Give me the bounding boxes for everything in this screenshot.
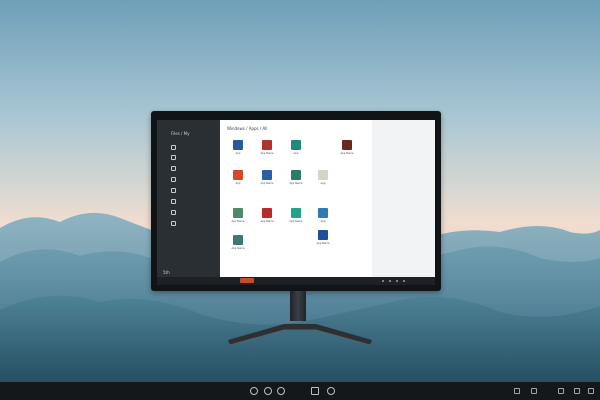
music-icon[interactable]: [171, 177, 176, 182]
app-icon[interactable]: [264, 387, 272, 395]
network-icon[interactable]: [514, 388, 520, 394]
image-icon[interactable]: [171, 166, 176, 171]
app-icon[interactable]: [277, 387, 285, 395]
app-icon: [233, 140, 243, 150]
app-tile[interactable]: App: [314, 208, 332, 228]
app-icon: [262, 208, 272, 218]
tray-icon[interactable]: [389, 280, 391, 282]
app-icon: [262, 140, 272, 150]
video-icon[interactable]: [171, 188, 176, 193]
app-icon: [318, 208, 328, 218]
monitor-screen: Files / My 5th Windows / Apps / All App …: [157, 120, 435, 285]
sidebar-bottom-label: 5th: [163, 270, 170, 275]
notification-icon[interactable]: [574, 388, 580, 394]
app-tile[interactable]: App Name: [258, 140, 276, 160]
app-tile[interactable]: App Name: [258, 208, 276, 228]
monitor: Files / My 5th Windows / Apps / All App …: [151, 111, 441, 291]
sidebar-title: Files / My: [171, 131, 190, 136]
app-tile[interactable]: App Name: [287, 170, 305, 190]
tray-icon[interactable]: [403, 280, 405, 282]
app-icon: [291, 140, 301, 150]
app-tile[interactable]: App Name: [229, 208, 247, 228]
start-button[interactable]: [240, 278, 254, 283]
app-tile[interactable]: App Name: [258, 170, 276, 190]
app-icon: [318, 230, 328, 240]
volume-icon[interactable]: [531, 388, 537, 394]
app-tile[interactable]: App Name: [229, 235, 247, 255]
trash-icon[interactable]: [171, 221, 176, 226]
monitor-base: [228, 324, 372, 346]
app-tile[interactable]: App: [314, 170, 332, 190]
app-icon: [233, 208, 243, 218]
taskbar: [0, 382, 600, 400]
monitor-neck: [290, 291, 306, 321]
content-header: Windows / Apps / All: [227, 126, 268, 131]
app-icon[interactable]: [250, 387, 258, 395]
app-tile[interactable]: App Name: [314, 230, 332, 250]
tray-icon[interactable]: [396, 280, 398, 282]
right-panel: [372, 120, 435, 277]
app-tile[interactable]: App Name: [338, 140, 356, 160]
app-icon: [291, 208, 301, 218]
app-tile[interactable]: App: [287, 140, 305, 160]
folder-icon[interactable]: [171, 145, 176, 150]
app-icon: [262, 170, 272, 180]
download-icon[interactable]: [171, 199, 176, 204]
tray-icon[interactable]: [382, 280, 384, 282]
app-icon: [291, 170, 301, 180]
settings-icon[interactable]: [171, 210, 176, 215]
app-tile[interactable]: App: [229, 140, 247, 160]
app-tile[interactable]: App Name: [287, 208, 305, 228]
app-icon[interactable]: [311, 387, 319, 395]
screen-taskbar: [157, 277, 435, 285]
app-icon: [342, 140, 352, 150]
battery-icon[interactable]: [558, 388, 564, 394]
document-icon[interactable]: [171, 155, 176, 160]
app-icon: [318, 170, 328, 180]
app-icon[interactable]: [327, 387, 335, 395]
notification-icon[interactable]: [588, 388, 594, 394]
apps-content-area: Windows / Apps / All App App Name App Ap…: [220, 120, 435, 277]
app-icon: [233, 235, 243, 245]
app-tile[interactable]: App: [229, 170, 247, 190]
file-explorer-sidebar: Files / My 5th: [157, 120, 220, 277]
app-icon: [233, 170, 243, 180]
